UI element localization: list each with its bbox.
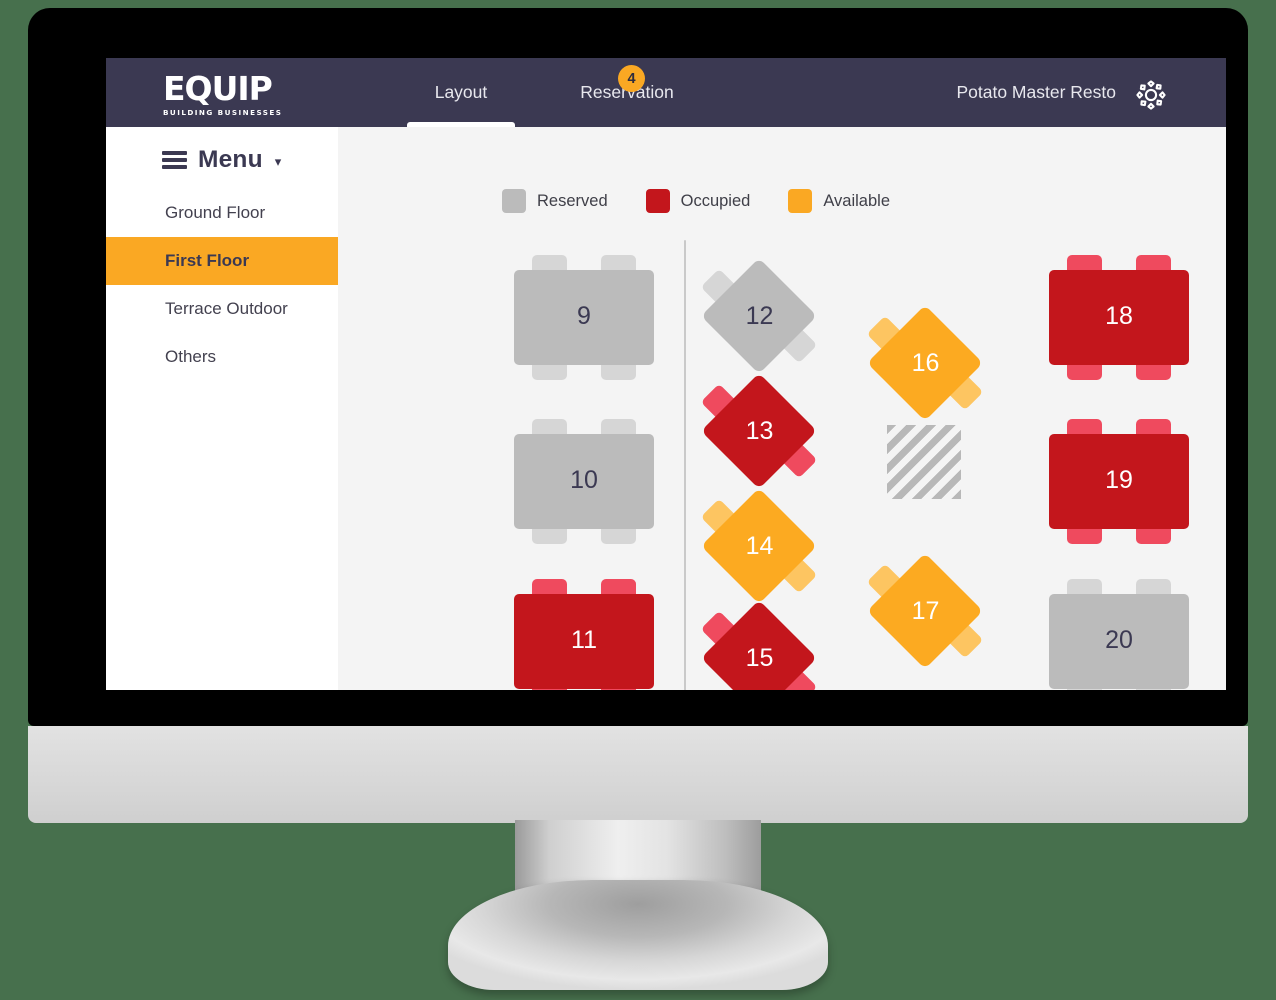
table-number: 10 [570,466,598,494]
sidebar-item-label: Others [165,347,217,366]
sidebar-item-label: Terrace Outdoor [165,299,288,318]
table-number: 11 [571,626,597,654]
table-16[interactable]: 16 [866,305,984,421]
brand-logo[interactable]: EQUIP BUILDING BUSINESSES [163,68,283,117]
top-navigation-bar: EQUIP BUILDING BUSINESSES Layout Reserva… [106,58,1226,127]
monitor-stand-base [448,880,828,990]
table-surface: 18 [1049,270,1189,365]
sidebar-item-first-floor[interactable]: First Floor [106,237,338,285]
floorplan-panel: Reserved Occupied Available 9 10 11 12 13 14 1… [338,127,1226,690]
table-17[interactable]: 17 [866,553,984,669]
tab-layout-label: Layout [434,82,488,102]
desktop-scene: EQUIP BUILDING BUSINESSES Layout Reserva… [0,0,1276,1000]
monitor-bezel: EQUIP BUILDING BUSINESSES Layout Reserva… [28,8,1248,726]
table-surface: 10 [514,434,654,529]
table-10[interactable]: 10 [514,419,654,544]
table-number: 20 [1105,626,1133,654]
table-13[interactable]: 13 [700,373,818,489]
table-11[interactable]: 11 [514,579,654,690]
table-12[interactable]: 12 [700,258,818,374]
table-number: 19 [1105,466,1133,494]
sidebar-item-terrace-outdoor[interactable]: Terrace Outdoor [106,285,338,333]
sidebar-item-others[interactable]: Others [106,333,338,381]
table-14[interactable]: 14 [700,488,818,604]
sidebar: Menu ▾ Ground Floor First Floor Terrace … [106,127,338,690]
sidebar-item-ground-floor[interactable]: Ground Floor [106,189,338,237]
table-surface: 11 [514,594,654,689]
table-surface: 9 [514,270,654,365]
table-number: 9 [577,302,591,330]
gear-icon[interactable] [1134,78,1168,112]
table-19[interactable]: 19 [1049,419,1189,544]
reservation-count-badge: 4 [618,65,645,92]
chevron-down-icon: ▾ [274,153,282,169]
table-surface: 19 [1049,434,1189,529]
table-18[interactable]: 18 [1049,255,1189,380]
blocked-slot [887,425,961,499]
menu-label: Menu [198,146,263,173]
table-20[interactable]: 20 [1049,579,1189,690]
table-15[interactable]: 15 [700,600,818,690]
sidebar-item-label: First Floor [165,251,250,270]
floor-list: Ground Floor First Floor Terrace Outdoor… [106,189,338,381]
screen: EQUIP BUILDING BUSINESSES Layout Reserva… [106,58,1226,690]
brand-tagline: BUILDING BUSINESSES [163,107,283,117]
table-surface: 20 [1049,594,1189,689]
monitor-chin [28,726,1248,823]
hamburger-icon [162,151,187,169]
table-9[interactable]: 9 [514,255,654,380]
brand-wordmark: EQUIP [163,68,273,108]
table-number: 18 [1105,302,1133,330]
account-name[interactable]: Potato Master Resto [956,82,1116,103]
menu-toggle[interactable]: Menu ▾ [106,127,338,174]
sidebar-item-label: Ground Floor [165,203,266,222]
floorplan-canvas: 9 10 11 12 13 14 15 16 17 18 19 20 [338,127,1226,690]
